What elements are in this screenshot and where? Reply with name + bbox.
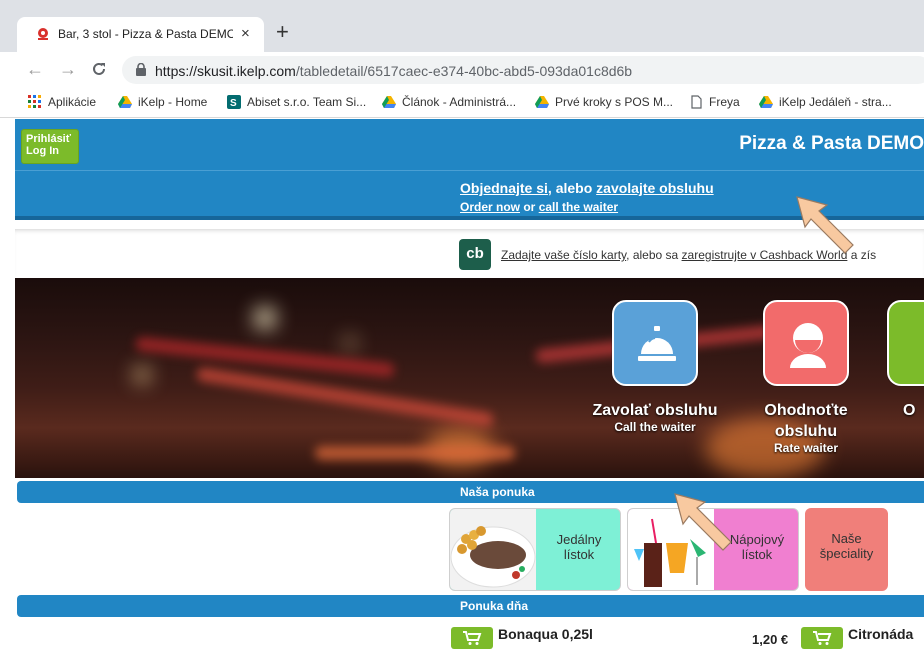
hero-banner: Zavolať obsluhu Call the waiter Ohodnoťt… xyxy=(15,278,924,478)
order-sub-line: Order now or call the waiter xyxy=(460,200,618,214)
order-main-line: Objednajte si, alebo zavolajte obsluhu xyxy=(460,180,714,196)
third-action-label: O xyxy=(903,402,916,419)
drive-icon xyxy=(382,96,396,108)
restaurant-name: Pizza & Pasta DEMO xyxy=(739,133,924,154)
call-waiter-action[interactable]: Zavolať obsluhu Call the waiter xyxy=(585,300,725,434)
back-arrow-icon[interactable]: ← xyxy=(26,59,44,79)
bookmarks-bar: Aplikácie iKelp - Home S Abiset s.r.o. T… xyxy=(0,88,924,118)
our-offer-title: Naša ponuka xyxy=(460,485,535,499)
pointer-arrow-icon xyxy=(796,196,854,254)
forward-arrow-icon[interactable]: → xyxy=(59,59,77,79)
call-waiter-link-en[interactable]: call the waiter xyxy=(539,200,618,214)
page-viewport: Prihlásiť Log In Pizza & Pasta DEMO Obje… xyxy=(15,119,924,663)
our-offer-header: Naša ponuka xyxy=(17,481,924,503)
bookmark-apps[interactable]: Aplikácie xyxy=(28,95,96,109)
cart-icon xyxy=(813,631,832,645)
call-waiter-sub: Call the waiter xyxy=(614,420,696,434)
food-plate-image xyxy=(450,509,536,590)
tab-title: Bar, 3 stol - Pizza & Pasta DEMO xyxy=(58,27,233,41)
address-bar-row: ← → https://skusit.ikelp.com/tabledetail… xyxy=(0,52,924,88)
hero-light xyxy=(345,338,355,348)
order-separator: or xyxy=(520,200,539,214)
third-action[interactable]: O xyxy=(887,300,924,421)
cart-icon xyxy=(463,631,482,645)
add-to-cart-button[interactable] xyxy=(451,627,493,649)
specialities-label: Naše špeciality xyxy=(819,531,874,561)
bookmark-freya[interactable]: Freya xyxy=(689,95,740,109)
bookmark-label: Freya xyxy=(709,95,740,109)
rate-waiter-label: Ohodnoťte obsluhu xyxy=(764,402,848,440)
sharepoint-icon: S xyxy=(227,95,241,109)
hero-streak xyxy=(134,336,396,378)
daily-item-name: Citronáda xyxy=(848,626,914,642)
hero-light xyxy=(255,308,275,328)
restaurant-favicon-icon xyxy=(38,28,48,40)
bookmark-label: Aplikácie xyxy=(48,95,97,109)
close-tab-icon[interactable]: × xyxy=(241,25,250,42)
bookmark-ikelp-home[interactable]: iKelp - Home xyxy=(118,95,207,109)
bookmark-label: Článok - Administrá... xyxy=(402,95,517,109)
drive-icon xyxy=(759,96,773,108)
daily-item-row: Bonaqua 0,25l 1,20 € xyxy=(451,624,791,663)
third-action-tile[interactable] xyxy=(887,300,924,386)
url-input[interactable]: https://skusit.ikelp.com/tabledetail/651… xyxy=(122,56,924,84)
daily-item-price: 1,20 € xyxy=(752,632,789,647)
login-button[interactable]: Prihlásiť Log In xyxy=(21,129,79,164)
cashback-logo: cb xyxy=(459,239,491,270)
food-menu-label: Jedálny lístok xyxy=(556,532,602,562)
bookmark-ikelp-jedalen[interactable]: iKelp Jedáleň - stra... xyxy=(759,95,892,109)
drive-icon xyxy=(535,96,549,108)
url-text: https://skusit.ikelp.com/tabledetail/651… xyxy=(155,63,633,79)
food-menu-card[interactable]: Jedálny lístok xyxy=(449,508,621,591)
login-label-sk: Prihlásiť xyxy=(26,133,72,145)
bookmark-label: iKelp Jedáleň - stra... xyxy=(779,95,892,109)
daily-offer-title: Ponuka dňa xyxy=(460,599,529,613)
bookmark-label: Abiset s.r.o. Team Si... xyxy=(247,95,367,109)
call-waiter-label: Zavolať obsluhu xyxy=(592,402,718,419)
rate-waiter-sub: Rate waiter xyxy=(773,441,839,455)
daily-item-row: Citronáda xyxy=(801,624,924,663)
bookmark-label: iKelp - Home xyxy=(138,95,208,109)
pointer-arrow-icon xyxy=(674,493,732,551)
login-label-en: Log In xyxy=(26,145,59,157)
rate-waiter-tile[interactable] xyxy=(763,300,849,386)
page-icon xyxy=(691,95,702,109)
lock-icon xyxy=(136,63,146,76)
browser-tab[interactable]: Bar, 3 stol - Pizza & Pasta DEMO × xyxy=(17,17,264,52)
rate-waiter-action[interactable]: Ohodnoťte obsluhu Rate waiter xyxy=(736,300,876,455)
call-waiter-link-sk[interactable]: zavolajte obsluhu xyxy=(596,180,713,196)
call-waiter-tile[interactable] xyxy=(612,300,698,386)
apps-grid-icon xyxy=(28,95,41,108)
new-tab-icon[interactable]: + xyxy=(276,21,289,43)
enter-card-link[interactable]: Zadajte vaše číslo karty xyxy=(501,248,626,262)
svg-text:S: S xyxy=(230,98,237,109)
daily-offer-header: Ponuka dňa xyxy=(17,595,924,617)
order-separator: , alebo xyxy=(547,180,597,196)
order-bar: Objednajte si, alebo zavolajte obsluhu O… xyxy=(15,170,924,220)
reload-icon[interactable] xyxy=(91,61,107,77)
bookmark-prve-kroky[interactable]: Prvé kroky s POS M... xyxy=(535,95,673,109)
hero-streak xyxy=(315,446,515,460)
order-now-link-sk[interactable]: Objednajte si xyxy=(460,180,548,196)
bookmark-abiset[interactable]: S Abiset s.r.o. Team Si... xyxy=(227,95,366,109)
browser-tab-strip: Bar, 3 stol - Pizza & Pasta DEMO × + xyxy=(0,0,924,52)
specialities-card[interactable]: Naše špeciality xyxy=(805,508,888,591)
waiter-avatar-icon xyxy=(790,323,826,368)
bookmark-clanok[interactable]: Článok - Administrá... xyxy=(382,95,516,109)
hero-light xyxy=(135,368,149,382)
cashback-row: cb Zadajte vaše číslo karty, alebo sa za… xyxy=(15,229,924,277)
site-header: Prihlásiť Log In Pizza & Pasta DEMO xyxy=(15,119,924,170)
drive-icon xyxy=(118,96,132,108)
order-now-link-en[interactable]: Order now xyxy=(460,200,520,214)
daily-item-name: Bonaqua 0,25l xyxy=(498,626,593,642)
hero-streak xyxy=(195,366,495,428)
cashback-mid-text: , alebo sa xyxy=(626,248,682,262)
bookmark-label: Prvé kroky s POS M... xyxy=(555,95,674,109)
add-to-cart-button[interactable] xyxy=(801,627,843,649)
service-bell-icon xyxy=(638,326,676,361)
